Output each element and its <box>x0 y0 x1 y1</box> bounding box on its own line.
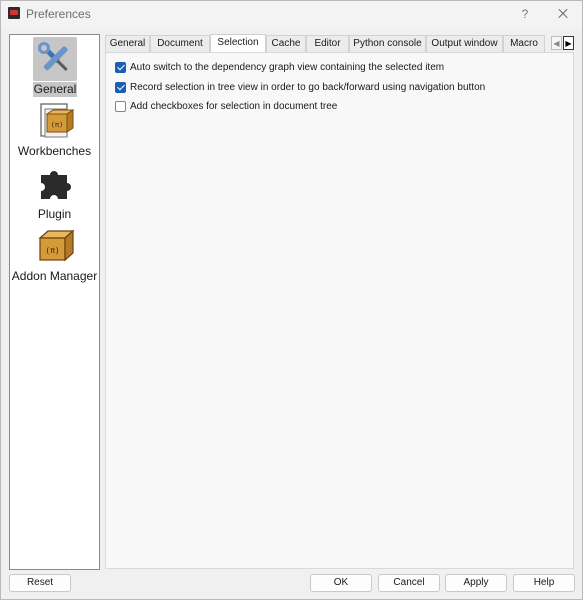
category-label: Addon Manager <box>11 269 98 283</box>
option-label: Record selection in tree view in order t… <box>130 82 486 93</box>
window-title: Preferences <box>26 7 91 21</box>
puzzle-icon <box>35 163 77 205</box>
tab-output-window[interactable]: Output window <box>426 35 503 52</box>
checkbox[interactable] <box>115 101 126 112</box>
preferences-window: Preferences ? General (π) Workbenches Pl… <box>0 0 583 600</box>
tab-bar: General Document Selection Cache Editor … <box>105 34 575 52</box>
category-item-general[interactable]: General <box>10 36 99 97</box>
selection-settings-panel: Auto switch to the dependency graph view… <box>105 52 574 569</box>
checkbox[interactable] <box>115 82 126 93</box>
close-icon[interactable] <box>554 5 572 23</box>
tab-general[interactable]: General <box>105 35 150 52</box>
workbenches-icon: (π) <box>35 100 77 142</box>
category-item-addon-manager[interactable]: (π) Addon Manager <box>10 225 99 285</box>
help-title-button[interactable]: ? <box>516 5 534 23</box>
reset-button[interactable]: Reset <box>9 574 71 592</box>
tab-selection[interactable]: Selection <box>210 34 266 52</box>
checkbox[interactable] <box>115 62 126 73</box>
tab-macro[interactable]: Macro <box>503 35 545 52</box>
cancel-button[interactable]: Cancel <box>378 574 440 592</box>
option-label: Auto switch to the dependency graph view… <box>130 62 445 73</box>
svg-text:(π): (π) <box>51 121 64 129</box>
category-label: Plugin <box>37 207 72 221</box>
apply-button[interactable]: Apply <box>445 574 507 592</box>
svg-text:(π): (π) <box>45 246 59 255</box>
tab-editor[interactable]: Editor <box>306 35 349 52</box>
addon-box-icon: (π) <box>35 225 77 267</box>
tab-scroll-right-icon[interactable]: ▶ <box>563 36 574 50</box>
help-button[interactable]: Help <box>513 574 575 592</box>
category-item-workbenches[interactable]: (π) Workbenches <box>10 100 99 160</box>
app-logo-icon <box>8 7 20 19</box>
tab-scroll-left-icon[interactable]: ◀ <box>551 36 562 50</box>
tab-python-console[interactable]: Python console <box>349 35 426 52</box>
option-label: Add checkboxes for selection in document… <box>130 101 338 112</box>
tab-cache[interactable]: Cache <box>266 35 306 52</box>
title-bar: Preferences ? <box>1 1 582 28</box>
category-item-plugin[interactable]: Plugin <box>10 163 99 223</box>
tab-document[interactable]: Document <box>150 35 210 52</box>
category-list: General (π) Workbenches Plugin (π) Addon… <box>9 34 100 570</box>
category-label: General <box>33 82 77 97</box>
tools-icon <box>33 37 77 81</box>
ok-button[interactable]: OK <box>310 574 372 592</box>
category-label: Workbenches <box>17 144 92 158</box>
